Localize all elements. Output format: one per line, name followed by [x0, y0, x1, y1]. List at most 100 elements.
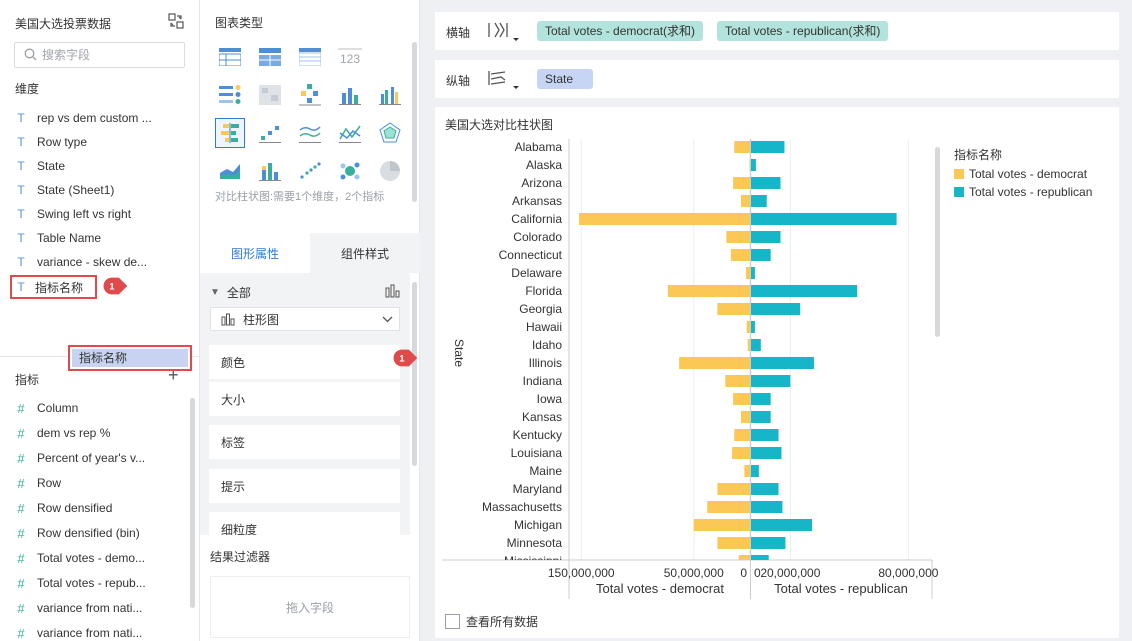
bar-democrat[interactable]: [717, 483, 750, 495]
bar-democrat[interactable]: [733, 177, 750, 189]
tab-component-style[interactable]: 组件样式: [310, 233, 420, 273]
chart-types-scrollbar[interactable]: [412, 42, 417, 202]
bar-republican[interactable]: [751, 177, 781, 189]
mark-type-select[interactable]: 柱形图: [210, 307, 400, 331]
measure-field[interactable]: # Total votes - demo...: [12, 547, 177, 569]
bar-democrat[interactable]: [579, 213, 750, 225]
chart-type-pie[interactable]: [375, 156, 405, 186]
axis-sort-icon[interactable]: [487, 68, 521, 92]
chart-type-detail-table[interactable]: [255, 42, 285, 72]
bar-democrat[interactable]: [746, 267, 750, 279]
show-all-data-checkbox[interactable]: 查看所有数据: [445, 613, 538, 630]
bar-republican[interactable]: [751, 429, 779, 441]
bar-republican[interactable]: [751, 375, 791, 387]
bar-republican[interactable]: [751, 357, 814, 369]
bar-democrat[interactable]: [746, 321, 750, 333]
bar-republican[interactable]: [751, 519, 812, 531]
bar-republican[interactable]: [751, 249, 771, 261]
bar-democrat[interactable]: [734, 429, 750, 441]
bar-democrat[interactable]: [732, 447, 750, 459]
dimension-field[interactable]: T Table Name: [12, 227, 177, 249]
color-property[interactable]: 颜色: [209, 345, 400, 379]
bar-republican[interactable]: [751, 195, 767, 207]
bar-democrat[interactable]: [679, 357, 750, 369]
dimension-field[interactable]: T Row type: [12, 131, 177, 153]
bar-republican[interactable]: [751, 213, 897, 225]
chart-type-scatter[interactable]: [295, 156, 325, 186]
bar-democrat[interactable]: [707, 501, 750, 513]
filter-drop-zone[interactable]: 拖入字段: [210, 576, 410, 638]
bar-democrat[interactable]: [717, 537, 750, 549]
bar-democrat[interactable]: [747, 339, 750, 351]
chart-type-area-fill[interactable]: [215, 156, 245, 186]
chart-type-scatter-bar[interactable]: [255, 118, 285, 148]
chart-type-comparison-bar[interactable]: [215, 118, 245, 148]
y-axis-pill-state[interactable]: State: [537, 69, 593, 89]
field-search-box[interactable]: [14, 42, 185, 68]
bar-democrat[interactable]: [725, 375, 750, 387]
chart-type-line[interactable]: [295, 118, 325, 148]
bar-republican[interactable]: [751, 231, 781, 243]
bar-republican[interactable]: [751, 411, 771, 423]
bar-democrat[interactable]: [733, 393, 750, 405]
bar-republican[interactable]: [751, 285, 858, 297]
bar-republican[interactable]: [751, 267, 755, 279]
legend-item-democrat[interactable]: Total votes - democrat: [954, 167, 1087, 181]
chart-type-radar[interactable]: [375, 118, 405, 148]
color-field-pill[interactable]: 指标名称: [68, 345, 192, 371]
bar-democrat[interactable]: [749, 159, 750, 171]
checkbox-box[interactable]: [445, 614, 460, 629]
dimension-field-metric-name[interactable]: T 指标名称: [10, 275, 97, 299]
x-axis-pill-republican[interactable]: Total votes - republican(求和): [717, 21, 889, 41]
measure-field[interactable]: # Total votes - repub...: [12, 572, 177, 594]
bar-republican[interactable]: [751, 447, 782, 459]
bar-republican[interactable]: [751, 393, 771, 405]
chart-type-column[interactable]: [335, 80, 365, 110]
dimension-field[interactable]: T Swing left vs right: [12, 203, 177, 225]
chart-type-area[interactable]: [335, 118, 365, 148]
chart-type-indicator[interactable]: [215, 80, 245, 110]
bar-republican[interactable]: [751, 465, 759, 477]
chart-type-table[interactable]: [215, 42, 245, 72]
granularity-property[interactable]: 细粒度: [209, 512, 400, 535]
bar-republican[interactable]: [751, 339, 761, 351]
chart-type-stacked-column[interactable]: [255, 156, 285, 186]
label-property[interactable]: 标签: [209, 425, 400, 459]
size-property[interactable]: 大小: [209, 382, 400, 416]
all-marks-row[interactable]: ▼ 全部: [210, 281, 400, 303]
bar-republican[interactable]: [751, 159, 756, 171]
switch-dataset-icon[interactable]: [168, 13, 184, 29]
bar-democrat[interactable]: [744, 465, 750, 477]
measure-field[interactable]: # dem vs rep %: [12, 422, 177, 444]
bar-republican[interactable]: [751, 483, 779, 495]
measure-field[interactable]: # Row densified (bin): [12, 522, 177, 544]
tooltip-property[interactable]: 提示: [209, 469, 400, 503]
x-axis-pill-democrat[interactable]: Total votes - democrat(求和): [537, 21, 704, 41]
bar-democrat[interactable]: [741, 195, 750, 207]
measure-field[interactable]: # Row: [12, 472, 177, 494]
properties-scrollbar[interactable]: [412, 282, 417, 466]
legend-item-republican[interactable]: Total votes - republican: [954, 185, 1092, 199]
dimension-field[interactable]: Trep vs dem custom ...: [12, 107, 177, 129]
bar-democrat[interactable]: [667, 285, 750, 297]
bar-republican[interactable]: [751, 303, 801, 315]
bar-democrat[interactable]: [741, 411, 750, 423]
measure-field[interactable]: # variance from nati...: [12, 622, 177, 641]
dimension-field[interactable]: T State: [12, 155, 177, 177]
dimension-field[interactable]: Tvariance - skew de...: [12, 251, 177, 273]
measures-scrollbar[interactable]: [190, 398, 195, 608]
chart-type-heatmap[interactable]: [255, 80, 285, 110]
chart-type-crosstab[interactable]: [295, 42, 325, 72]
bar-democrat[interactable]: [726, 231, 750, 243]
search-input[interactable]: [42, 46, 180, 64]
bar-republican[interactable]: [751, 537, 786, 549]
chart-type-kpi[interactable]: 123: [335, 42, 365, 72]
measure-field[interactable]: # Percent of year's v...: [12, 447, 177, 469]
bar-democrat[interactable]: [734, 141, 750, 153]
chart-type-bubble[interactable]: [335, 156, 365, 186]
chart-type-matrix[interactable]: [295, 80, 325, 110]
bar-democrat[interactable]: [693, 519, 750, 531]
measure-field[interactable]: # Row densified: [12, 497, 177, 519]
bar-democrat[interactable]: [717, 303, 750, 315]
chart-type-grouped-column[interactable]: [375, 80, 405, 110]
